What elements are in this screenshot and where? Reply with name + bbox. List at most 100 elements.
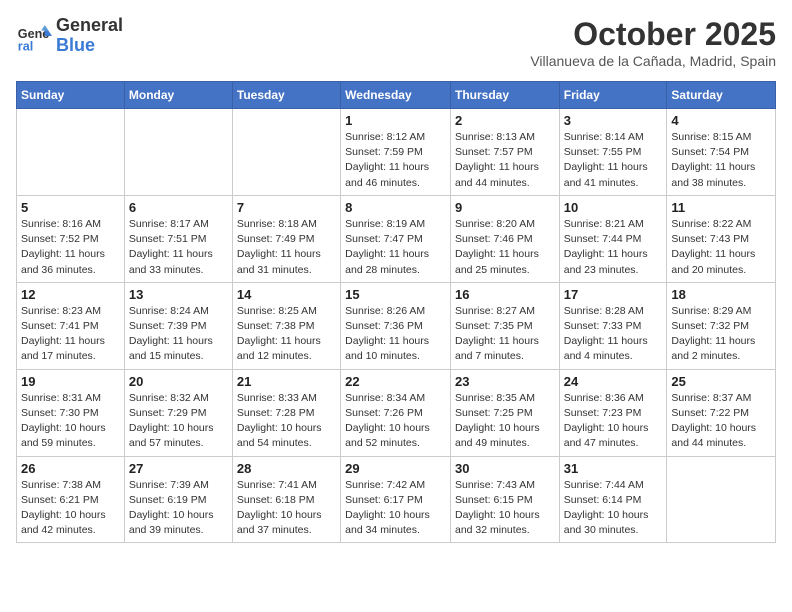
svg-text:ral: ral	[18, 39, 33, 53]
logo-text: General Blue	[56, 16, 123, 56]
weekday-header-wednesday: Wednesday	[341, 82, 451, 109]
day-info: Sunrise: 7:41 AM Sunset: 6:18 PM Dayligh…	[237, 478, 336, 539]
calendar-cell: 20 Sunrise: 8:32 AM Sunset: 7:29 PM Dayli…	[124, 369, 232, 456]
calendar-cell: 12 Sunrise: 8:23 AM Sunset: 7:41 PM Dayli…	[17, 282, 125, 369]
day-number: 10	[564, 200, 663, 215]
day-number: 3	[564, 113, 663, 128]
month-title: October 2025	[530, 16, 776, 53]
calendar-cell: 19Sunrise: 8:31 AM Sunset: 7:30 PM Dayli…	[17, 369, 125, 456]
day-number: 5	[21, 200, 120, 215]
calendar-cell: 6Sunrise: 8:17 AM Sunset: 7:51 PM Daylig…	[124, 195, 232, 282]
calendar-cell: 26 Sunrise: 7:38 AM Sunset: 6:21 PM Dayli…	[17, 456, 125, 543]
day-number: 1	[345, 113, 446, 128]
calendar-cell: 29 Sunrise: 7:42 AM Sunset: 6:17 PM Dayli…	[341, 456, 451, 543]
day-number: 14	[237, 287, 336, 302]
calendar-cell: 14Sunrise: 8:25 AM Sunset: 7:38 PM Dayli…	[232, 282, 340, 369]
day-info: Sunrise: 8:12 AM Sunset: 7:59 PM Dayligh…	[345, 130, 446, 191]
day-info: Sunrise: 8:23 AM Sunset: 7:41 PM Dayligh…	[21, 304, 120, 365]
weekday-header-sunday: Sunday	[17, 82, 125, 109]
day-info: Sunrise: 8:21 AM Sunset: 7:44 PM Dayligh…	[564, 217, 663, 278]
week-row: 12 Sunrise: 8:23 AM Sunset: 7:41 PM Dayli…	[17, 282, 776, 369]
day-number: 9	[455, 200, 555, 215]
week-row: 5 Sunrise: 8:16 AM Sunset: 7:52 PM Daylig…	[17, 195, 776, 282]
calendar-cell: 30Sunrise: 7:43 AM Sunset: 6:15 PM Dayli…	[450, 456, 559, 543]
day-number: 21	[237, 374, 336, 389]
day-number: 26	[21, 461, 120, 476]
day-info: Sunrise: 7:42 AM Sunset: 6:17 PM Dayligh…	[345, 478, 446, 539]
day-info: Sunrise: 8:16 AM Sunset: 7:52 PM Dayligh…	[21, 217, 120, 278]
calendar-cell: 16Sunrise: 8:27 AM Sunset: 7:35 PM Dayli…	[450, 282, 559, 369]
week-row: 19Sunrise: 8:31 AM Sunset: 7:30 PM Dayli…	[17, 369, 776, 456]
day-number: 31	[564, 461, 663, 476]
day-info: Sunrise: 8:24 AM Sunset: 7:39 PM Dayligh…	[129, 304, 228, 365]
calendar-cell: 28 Sunrise: 7:41 AM Sunset: 6:18 PM Dayli…	[232, 456, 340, 543]
day-info: Sunrise: 8:34 AM Sunset: 7:26 PM Dayligh…	[345, 391, 446, 452]
day-number: 18	[671, 287, 771, 302]
logo: Gene ral General Blue	[16, 16, 123, 56]
calendar-cell: 27 Sunrise: 7:39 AM Sunset: 6:19 PM Dayli…	[124, 456, 232, 543]
day-info: Sunrise: 8:29 AM Sunset: 7:32 PM Dayligh…	[671, 304, 771, 365]
page-header: Gene ral General Blue October 2025 Villa…	[16, 16, 776, 69]
calendar-cell: 5 Sunrise: 8:16 AM Sunset: 7:52 PM Daylig…	[17, 195, 125, 282]
day-number: 17	[564, 287, 663, 302]
calendar-cell: 22 Sunrise: 8:34 AM Sunset: 7:26 PM Dayli…	[341, 369, 451, 456]
day-number: 22	[345, 374, 446, 389]
calendar-cell: 25 Sunrise: 8:37 AM Sunset: 7:22 PM Dayli…	[667, 369, 776, 456]
day-number: 29	[345, 461, 446, 476]
day-info: Sunrise: 8:32 AM Sunset: 7:29 PM Dayligh…	[129, 391, 228, 452]
calendar-cell: 24 Sunrise: 8:36 AM Sunset: 7:23 PM Dayli…	[559, 369, 667, 456]
week-row: 26 Sunrise: 7:38 AM Sunset: 6:21 PM Dayli…	[17, 456, 776, 543]
day-info: Sunrise: 8:37 AM Sunset: 7:22 PM Dayligh…	[671, 391, 771, 452]
calendar: SundayMondayTuesdayWednesdayThursdayFrid…	[16, 81, 776, 543]
day-info: Sunrise: 8:15 AM Sunset: 7:54 PM Dayligh…	[671, 130, 771, 191]
weekday-header-monday: Monday	[124, 82, 232, 109]
calendar-cell: 15 Sunrise: 8:26 AM Sunset: 7:36 PM Dayli…	[341, 282, 451, 369]
calendar-cell	[667, 456, 776, 543]
calendar-cell: 8 Sunrise: 8:19 AM Sunset: 7:47 PM Daylig…	[341, 195, 451, 282]
day-number: 16	[455, 287, 555, 302]
day-number: 28	[237, 461, 336, 476]
day-number: 24	[564, 374, 663, 389]
day-info: Sunrise: 8:14 AM Sunset: 7:55 PM Dayligh…	[564, 130, 663, 191]
calendar-cell: 1 Sunrise: 8:12 AM Sunset: 7:59 PM Daylig…	[341, 109, 451, 196]
day-info: Sunrise: 8:19 AM Sunset: 7:47 PM Dayligh…	[345, 217, 446, 278]
day-info: Sunrise: 7:38 AM Sunset: 6:21 PM Dayligh…	[21, 478, 120, 539]
day-number: 2	[455, 113, 555, 128]
location: Villanueva de la Cañada, Madrid, Spain	[530, 53, 776, 69]
calendar-cell	[124, 109, 232, 196]
day-info: Sunrise: 7:44 AM Sunset: 6:14 PM Dayligh…	[564, 478, 663, 539]
day-info: Sunrise: 8:26 AM Sunset: 7:36 PM Dayligh…	[345, 304, 446, 365]
day-info: Sunrise: 8:20 AM Sunset: 7:46 PM Dayligh…	[455, 217, 555, 278]
day-info: Sunrise: 7:43 AM Sunset: 6:15 PM Dayligh…	[455, 478, 555, 539]
day-info: Sunrise: 8:36 AM Sunset: 7:23 PM Dayligh…	[564, 391, 663, 452]
day-info: Sunrise: 8:35 AM Sunset: 7:25 PM Dayligh…	[455, 391, 555, 452]
calendar-cell: 11 Sunrise: 8:22 AM Sunset: 7:43 PM Dayli…	[667, 195, 776, 282]
day-info: Sunrise: 7:39 AM Sunset: 6:19 PM Dayligh…	[129, 478, 228, 539]
day-info: Sunrise: 8:22 AM Sunset: 7:43 PM Dayligh…	[671, 217, 771, 278]
day-info: Sunrise: 8:31 AM Sunset: 7:30 PM Dayligh…	[21, 391, 120, 452]
calendar-cell: 10 Sunrise: 8:21 AM Sunset: 7:44 PM Dayli…	[559, 195, 667, 282]
logo-icon: Gene ral	[16, 18, 52, 54]
weekday-header-saturday: Saturday	[667, 82, 776, 109]
day-number: 15	[345, 287, 446, 302]
calendar-cell: 7 Sunrise: 8:18 AM Sunset: 7:49 PM Daylig…	[232, 195, 340, 282]
day-info: Sunrise: 8:33 AM Sunset: 7:28 PM Dayligh…	[237, 391, 336, 452]
day-number: 12	[21, 287, 120, 302]
calendar-cell	[232, 109, 340, 196]
calendar-header: SundayMondayTuesdayWednesdayThursdayFrid…	[17, 82, 776, 109]
day-info: Sunrise: 8:17 AM Sunset: 7:51 PM Dayligh…	[129, 217, 228, 278]
day-number: 27	[129, 461, 228, 476]
day-number: 7	[237, 200, 336, 215]
logo-general: General	[56, 16, 123, 36]
day-number: 11	[671, 200, 771, 215]
day-info: Sunrise: 8:13 AM Sunset: 7:57 PM Dayligh…	[455, 130, 555, 191]
calendar-cell: 4 Sunrise: 8:15 AM Sunset: 7:54 PM Daylig…	[667, 109, 776, 196]
weekday-header-thursday: Thursday	[450, 82, 559, 109]
day-info: Sunrise: 8:18 AM Sunset: 7:49 PM Dayligh…	[237, 217, 336, 278]
day-number: 8	[345, 200, 446, 215]
day-number: 25	[671, 374, 771, 389]
day-number: 4	[671, 113, 771, 128]
day-number: 20	[129, 374, 228, 389]
calendar-cell: 18 Sunrise: 8:29 AM Sunset: 7:32 PM Dayli…	[667, 282, 776, 369]
calendar-cell: 17Sunrise: 8:28 AM Sunset: 7:33 PM Dayli…	[559, 282, 667, 369]
